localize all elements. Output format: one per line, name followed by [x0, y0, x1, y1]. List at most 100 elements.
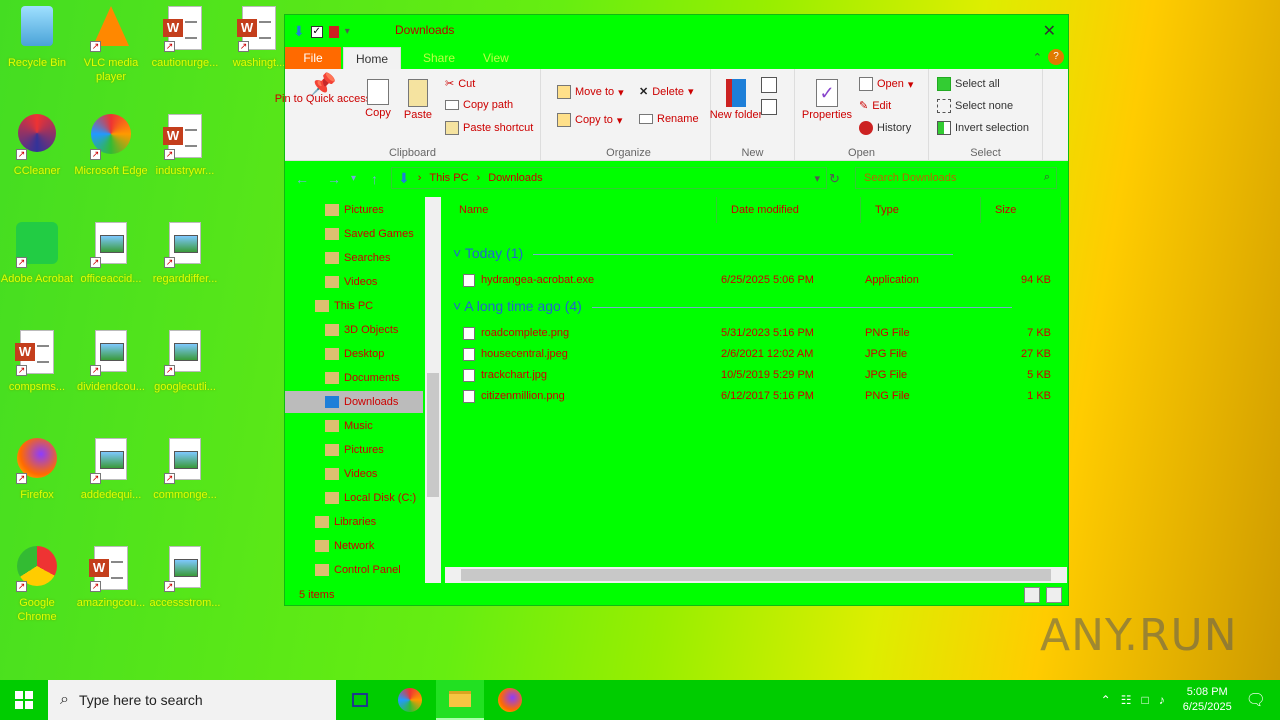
- desktop-icon[interactable]: ↗ Adobe Acrobat: [0, 222, 74, 286]
- forward-arrow-icon[interactable]: →: [327, 171, 341, 187]
- pin-quick-access-button[interactable]: 📌 Pin to Quick access: [275, 74, 372, 106]
- history-button[interactable]: History: [859, 121, 911, 135]
- task-view-button[interactable]: [336, 680, 384, 720]
- breadcrumb-this-pc[interactable]: This PC: [429, 172, 468, 184]
- nav-item[interactable]: Downloads: [285, 391, 423, 413]
- close-button[interactable]: ✕: [1043, 21, 1056, 41]
- column-date-modified[interactable]: Date modified: [717, 197, 861, 223]
- network-icon[interactable]: ☷: [1121, 693, 1132, 707]
- breadcrumb-downloads[interactable]: Downloads: [488, 172, 542, 184]
- nav-item[interactable]: Music: [285, 415, 423, 437]
- desktop-icon[interactable]: ↗ compsms...: [0, 330, 74, 394]
- desktop-icon[interactable]: ↗ commonge...: [148, 438, 222, 502]
- desktop-icon[interactable]: ↗ officeaccid...: [74, 222, 148, 286]
- easy-access-icon[interactable]: [761, 99, 777, 115]
- collapse-ribbon-icon[interactable]: ⌃: [1033, 51, 1042, 64]
- properties-button[interactable]: ✓ Properties: [801, 79, 853, 121]
- address-dropdown-icon[interactable]: ▾: [814, 172, 820, 185]
- file-row[interactable]: hydrangea-acrobat.exe 6/25/2025 5:06 PM Ap…: [459, 271, 1057, 291]
- delete-button[interactable]: ✕ Delete ▾: [639, 85, 694, 99]
- desktop-icon[interactable]: ↗ Google Chrome: [0, 546, 74, 624]
- desktop-icon[interactable]: ↗ cautionurge...: [148, 6, 222, 70]
- clock[interactable]: 5:08 PM 6/25/2025: [1183, 685, 1232, 715]
- column-type[interactable]: Type: [861, 197, 981, 223]
- address-bar[interactable]: ⬇ › This PC › Downloads ▾: [391, 167, 827, 189]
- column-name[interactable]: Name: [445, 197, 717, 223]
- notifications-icon[interactable]: 🗨: [1246, 690, 1266, 710]
- select-all-button[interactable]: Select all: [937, 77, 1000, 91]
- tab-view[interactable]: View: [471, 47, 521, 69]
- file-row[interactable]: roadcomplete.png 5/31/2023 5:16 PM PNG Fil…: [459, 324, 1057, 344]
- recent-dropdown-icon[interactable]: ▾: [351, 173, 356, 184]
- nav-item[interactable]: Searches: [285, 247, 423, 269]
- taskbar-edge[interactable]: [386, 680, 434, 720]
- paste-shortcut-button[interactable]: Paste shortcut: [445, 121, 533, 135]
- nav-item[interactable]: Control Panel: [285, 559, 423, 581]
- tab-file[interactable]: File: [285, 47, 341, 69]
- desktop-icon[interactable]: ↗ Microsoft Edge: [74, 114, 148, 178]
- nav-item[interactable]: 3D Objects: [285, 319, 423, 341]
- file-row[interactable]: citizenmillion.png 6/12/2017 5:16 PM PNG F…: [459, 387, 1057, 407]
- properties-check-icon[interactable]: ✓: [310, 25, 323, 38]
- details-view-icon[interactable]: [1024, 587, 1040, 603]
- desktop-icon[interactable]: ↗ VLC media player: [74, 6, 148, 84]
- file-row[interactable]: housecentral.jpeg 2/6/2021 12:02 AM JPG Fi…: [459, 345, 1057, 365]
- desktop-icon[interactable]: ↗ dividendcou...: [74, 330, 148, 394]
- taskbar-firefox[interactable]: [486, 680, 534, 720]
- rename-button[interactable]: Rename: [639, 113, 699, 125]
- move-to-button[interactable]: Move to ▾: [557, 85, 624, 99]
- nav-item[interactable]: Network: [285, 535, 423, 557]
- large-icons-view-icon[interactable]: [1046, 587, 1062, 603]
- select-none-button[interactable]: Select none: [937, 99, 1013, 113]
- tab-home[interactable]: Home: [343, 47, 402, 69]
- scrollbar-thumb[interactable]: [427, 373, 439, 497]
- up-arrow-icon[interactable]: ↑: [371, 171, 378, 187]
- monitor-icon[interactable]: □: [1142, 693, 1149, 707]
- nav-item[interactable]: Videos: [285, 463, 423, 485]
- copy-button[interactable]: Copy: [363, 79, 393, 119]
- nav-item[interactable]: Desktop: [285, 343, 423, 365]
- tab-share[interactable]: Share: [411, 47, 467, 69]
- nav-item[interactable]: Local Disk (C:): [285, 487, 423, 509]
- paste-button[interactable]: Paste: [403, 79, 433, 121]
- volume-icon[interactable]: ♪: [1159, 693, 1165, 707]
- nav-item[interactable]: Pictures: [285, 199, 423, 221]
- new-folder-icon[interactable]: [328, 25, 339, 38]
- edit-button[interactable]: ✎ Edit: [859, 99, 891, 113]
- nav-item[interactable]: This PC: [285, 295, 423, 317]
- desktop-icon[interactable]: ↗ googlecutli...: [148, 330, 222, 394]
- desktop-icon[interactable]: ↗ amazingcou...: [74, 546, 148, 610]
- customize-dropdown-icon[interactable]: ▾: [345, 26, 350, 37]
- nav-item[interactable]: Videos: [285, 271, 423, 293]
- desktop-icon[interactable]: ↗ regarddiffer...: [148, 222, 222, 286]
- desktop-icon[interactable]: ↗ CCleaner: [0, 114, 74, 178]
- download-arrow-icon[interactable]: ⬇: [293, 23, 305, 40]
- desktop-icon[interactable]: ↗ Firefox: [0, 438, 74, 502]
- new-item-icon[interactable]: [761, 77, 777, 93]
- help-icon[interactable]: ?: [1048, 49, 1064, 65]
- cut-button[interactable]: ✂ Cut: [445, 77, 475, 91]
- back-arrow-icon[interactable]: ←: [295, 171, 309, 187]
- show-hidden-icons-icon[interactable]: ⌃: [1101, 693, 1111, 707]
- desktop-icon[interactable]: Recycle Bin: [0, 6, 74, 70]
- search-input[interactable]: Search Downloads ⌕: [855, 167, 1057, 189]
- nav-item[interactable]: Pictures: [285, 439, 423, 461]
- nav-item[interactable]: Documents: [285, 367, 423, 389]
- copy-to-button[interactable]: Copy to ▾: [557, 113, 622, 127]
- new-folder-button[interactable]: New folder: [710, 79, 762, 121]
- desktop-icon[interactable]: ↗ addedequi...: [74, 438, 148, 502]
- file-group-header[interactable]: ˅ Today (1): [453, 245, 954, 261]
- file-row[interactable]: trackchart.jpg 10/5/2019 5:29 PM JPG File 5…: [459, 366, 1057, 386]
- nav-pane-scrollbar[interactable]: [425, 197, 441, 583]
- nav-item[interactable]: Saved Games: [285, 223, 423, 245]
- taskbar-search[interactable]: ⌕ Type here to search: [48, 680, 336, 720]
- scrollbar-thumb[interactable]: [461, 569, 1051, 581]
- nav-item[interactable]: Libraries: [285, 511, 423, 533]
- column-size[interactable]: Size: [981, 197, 1061, 223]
- desktop-icon[interactable]: ↗ industrywr...: [148, 114, 222, 178]
- file-group-header[interactable]: ˅ A long time ago (4): [453, 298, 1012, 314]
- open-button[interactable]: Open ▾: [859, 77, 913, 91]
- refresh-icon[interactable]: ↻: [829, 171, 840, 187]
- invert-selection-button[interactable]: Invert selection: [937, 121, 1029, 135]
- desktop-icon[interactable]: ↗ accessstrom...: [148, 546, 222, 610]
